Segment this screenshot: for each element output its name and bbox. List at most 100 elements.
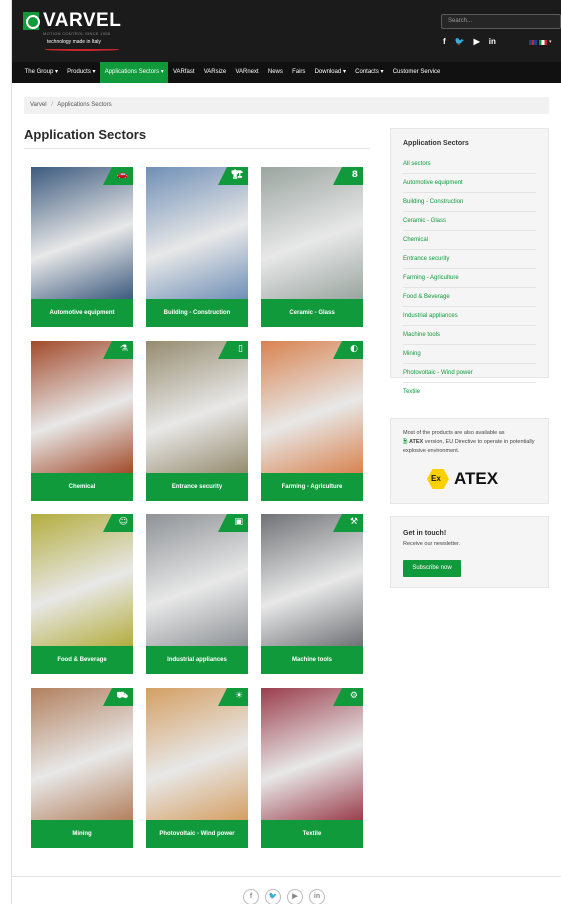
sidebar-sectors: Application Sectors All sectors Automotiv… <box>390 128 549 395</box>
twitter-icon[interactable]: 🐦 <box>265 889 281 904</box>
varvel-logo[interactable]: VARVEL MOTION CONTROL SINCE 1955 technol… <box>23 10 123 57</box>
newsletter-box: Get in touch! Receive our newsletter. Su… <box>390 516 549 588</box>
crane-icon: 🏗 <box>231 170 243 180</box>
sidebar-link[interactable]: Industrial appliances <box>403 307 536 326</box>
atex-ex-text: Ex <box>431 474 441 483</box>
sidebar-link[interactable]: Entrance security <box>403 250 536 269</box>
sector-photo <box>31 688 133 820</box>
facebook-icon[interactable]: f <box>243 889 259 904</box>
sector-tile[interactable]: 🏗 Building - Construction <box>146 167 248 327</box>
sidebar-link[interactable]: Ceramic - Glass <box>403 212 536 231</box>
footer-social-links: f 🐦 ▶ in <box>243 889 325 904</box>
sector-tile[interactable]: ⚒ Machine tools <box>261 514 363 674</box>
language-selector[interactable]: ▾ <box>529 38 552 46</box>
sector-photo <box>261 514 363 646</box>
nav-item-8[interactable]: Download ▾ <box>310 62 351 83</box>
breadcrumb: Varvel / Applications Sectors <box>24 97 549 114</box>
sidebar-link-list: All sectors Automotive equipment Building … <box>403 155 536 401</box>
sidebar-title: Application Sectors <box>403 140 469 147</box>
nav-item-2[interactable]: Applications Sectors ▾ <box>100 62 169 83</box>
atex-box: Most of the products are also available … <box>390 418 549 504</box>
sidebar-link[interactable]: Mining <box>403 345 536 364</box>
sector-tile[interactable]: ▣ Industrial appliances <box>146 514 248 674</box>
food-icon: ☺ <box>118 517 128 527</box>
sector-tile[interactable]: ⛟ Mining <box>31 688 133 848</box>
atex-description: Most of the products are also available … <box>403 429 536 456</box>
title-divider <box>24 148 370 149</box>
sector-tile[interactable]: ☀ Photovoltaic - Wind power <box>146 688 248 848</box>
sector-caption[interactable]: Mining <box>31 820 133 848</box>
newsletter-title: Get in touch! <box>403 530 447 537</box>
sector-tile[interactable]: ☺ Food & Beverage <box>31 514 133 674</box>
sector-caption[interactable]: Industrial appliances <box>146 646 248 674</box>
breadcrumb-home[interactable]: Varvel <box>30 102 47 108</box>
sector-photo <box>31 341 133 473</box>
linkedin-icon[interactable]: in <box>489 37 496 47</box>
sector-caption[interactable]: Ceramic - Glass <box>261 299 363 327</box>
sidebar-link[interactable]: Farming - Agriculture <box>403 269 536 288</box>
sector-tile[interactable]: 8 Ceramic - Glass <box>261 167 363 327</box>
subscribe-button[interactable]: Subscribe now <box>403 560 461 577</box>
sidebar-link[interactable]: Textile <box>403 383 536 401</box>
door-icon: ▯ <box>238 344 243 354</box>
sector-photo <box>146 514 248 646</box>
page-title: Application Sectors <box>24 127 147 142</box>
sidebar-link[interactable]: Photovoltaic - Wind power <box>403 364 536 383</box>
sector-photo <box>31 167 133 299</box>
sector-photo <box>31 514 133 646</box>
site-header: VARVEL MOTION CONTROL SINCE 1955 technol… <box>12 0 561 62</box>
sector-photo <box>261 167 363 299</box>
nav-item-10[interactable]: Customer Service <box>388 62 445 83</box>
sector-photo <box>146 341 248 473</box>
header-social-links: f 🐦 ▶ in <box>443 37 496 47</box>
nav-item-4[interactable]: VARsize <box>199 62 231 83</box>
sector-caption[interactable]: Textile <box>261 820 363 848</box>
sector-tile[interactable]: ⚙ Textile <box>261 688 363 848</box>
nav-item-9[interactable]: Contacts ▾ <box>351 62 389 83</box>
textile-icon: ⚙ <box>349 691 358 701</box>
sector-tile[interactable]: 🚗 Automotive equipment <box>31 167 133 327</box>
sector-caption[interactable]: Food & Beverage <box>31 646 133 674</box>
youtube-icon[interactable]: ▶ <box>287 889 303 904</box>
logo-brand: VARVEL <box>43 10 122 31</box>
breadcrumb-current: Applications Sectors <box>57 102 112 108</box>
sidebar-link[interactable]: Automotive equipment <box>403 174 536 193</box>
sector-caption[interactable]: Automotive equipment <box>31 299 133 327</box>
nav-item-5[interactable]: VARnext <box>231 62 263 83</box>
sector-tile[interactable]: ▯ Entrance security <box>146 341 248 501</box>
nav-item-3[interactable]: VARfast <box>168 62 199 83</box>
nav-item-6[interactable]: News <box>263 62 287 83</box>
nav-item-0[interactable]: The Group ▾ <box>20 62 63 83</box>
footer-divider <box>12 876 561 877</box>
sidebar-link[interactable]: Building - Construction <box>403 193 536 212</box>
sector-tile[interactable]: ◐ Farming - Agriculture <box>261 341 363 501</box>
solar-icon: ☀ <box>234 691 243 701</box>
atex-rest: version, EU Directive to operate in pote… <box>403 439 535 454</box>
facebook-icon[interactable]: f <box>443 37 446 47</box>
linkedin-icon[interactable]: in <box>309 889 325 904</box>
search-input[interactable]: Search... <box>441 14 561 29</box>
sector-caption[interactable]: Machine tools <box>261 646 363 674</box>
sector-caption[interactable]: Entrance security <box>146 473 248 501</box>
sector-caption[interactable]: Farming - Agriculture <box>261 473 363 501</box>
youtube-icon[interactable]: ▶ <box>474 37 480 47</box>
sector-caption[interactable]: Building - Construction <box>146 299 248 327</box>
sidebar-link[interactable]: Food & Beverage <box>403 288 536 307</box>
atex-link[interactable]: ATEX <box>409 439 423 445</box>
sector-caption[interactable]: Chemical <box>31 473 133 501</box>
sector-caption[interactable]: Photovoltaic - Wind power <box>146 820 248 848</box>
glass-icon: 8 <box>351 170 358 180</box>
nav-item-7[interactable]: Fairs <box>287 62 310 83</box>
uk-flag-icon <box>529 39 537 45</box>
main-nav: The Group ▾ Products ▾ Applications Sector… <box>12 62 561 83</box>
sidebar-link[interactable]: Machine tools <box>403 326 536 345</box>
nav-item-1[interactable]: Products ▾ <box>63 62 101 83</box>
newsletter-text: Receive our newsletter. <box>403 541 461 547</box>
truck-icon: ⛟ <box>116 691 128 701</box>
twitter-icon[interactable]: 🐦 <box>455 37 465 47</box>
it-flag-icon <box>539 39 547 45</box>
sidebar-link[interactable]: Chemical <box>403 231 536 250</box>
sidebar-link[interactable]: All sectors <box>403 155 536 174</box>
sector-tile[interactable]: ⚗ Chemical <box>31 341 133 501</box>
language-caret: ▾ <box>549 39 552 45</box>
